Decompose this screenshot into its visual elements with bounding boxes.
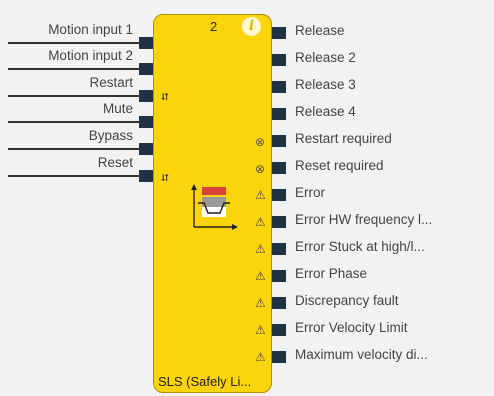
input-mute[interactable]: Mute — [0, 101, 154, 128]
output-label: Discrepancy fault — [295, 293, 399, 308]
output-label: Reset required — [295, 158, 384, 173]
output-discrepancy-fault[interactable]: ⚠ Discrepancy fault — [255, 293, 494, 317]
y-arrow — [191, 184, 197, 190]
input-label: Mute — [102, 101, 133, 116]
output-release-3[interactable]: Release 3 — [272, 77, 494, 101]
output-pin[interactable] — [272, 324, 286, 336]
input-wire — [8, 148, 139, 150]
input-wire — [8, 68, 139, 70]
input-label: Motion input 1 — [48, 22, 133, 37]
output-error[interactable]: ⚠ Error — [255, 185, 494, 209]
output-label: Maximum velocity di... — [295, 347, 428, 362]
output-pin[interactable] — [272, 297, 286, 309]
output-release[interactable]: Release — [272, 23, 494, 47]
input-motion-2[interactable]: Motion input 2 — [0, 48, 154, 75]
output-reset-required[interactable]: ⊗ Reset required — [255, 158, 494, 182]
output-pin[interactable] — [272, 216, 286, 228]
output-pin[interactable] — [272, 243, 286, 255]
warning-triangle-icon: ⚠ — [255, 350, 266, 364]
output-pin[interactable] — [272, 162, 286, 174]
output-error-stuck[interactable]: ⚠ Error Stuck at high/l... — [255, 239, 494, 263]
rising-edge-icon: ⮃ — [161, 173, 169, 184]
rising-edge-icon: ⮃ — [161, 92, 169, 103]
input-wire — [8, 42, 139, 44]
input-pin[interactable] — [139, 63, 154, 75]
output-label: Release — [295, 23, 345, 38]
input-wire — [8, 121, 139, 123]
output-pin[interactable] — [272, 27, 286, 39]
input-restart[interactable]: Restart — [0, 75, 154, 102]
input-reset[interactable]: Reset — [0, 155, 154, 182]
output-label: Error Phase — [295, 266, 368, 281]
cancel-circle-icon: ⊗ — [255, 135, 266, 149]
output-pin[interactable] — [272, 54, 286, 66]
output-maximum-velocity[interactable]: ⚠ Maximum velocity di... — [255, 347, 494, 371]
output-label: Release 2 — [295, 50, 356, 65]
output-pin[interactable] — [272, 270, 286, 282]
output-label: Error HW frequency l... — [295, 212, 433, 227]
input-label: Restart — [89, 75, 133, 90]
function-block-diagram: Motion input 1 Motion input 2 Restart Mu… — [0, 0, 494, 396]
output-error-phase[interactable]: ⚠ Error Phase — [255, 266, 494, 290]
output-pin[interactable] — [272, 108, 286, 120]
output-label: Release 4 — [295, 104, 356, 119]
warning-triangle-icon: ⚠ — [255, 188, 266, 202]
output-error-hw-frequency[interactable]: ⚠ Error HW frequency l... — [255, 212, 494, 236]
output-pin[interactable] — [272, 351, 286, 363]
input-wire — [8, 95, 139, 97]
output-pin[interactable] — [272, 189, 286, 201]
block-title: SLS (Safely Li... — [158, 374, 252, 389]
warning-triangle-icon: ⚠ — [255, 215, 266, 229]
output-label: Error Stuck at high/l... — [295, 239, 425, 254]
output-label: Error Velocity Limit — [295, 320, 408, 335]
input-pin[interactable] — [139, 143, 154, 155]
output-label: Error — [295, 185, 325, 200]
info-icon[interactable]: i — [242, 17, 261, 36]
input-wire — [8, 175, 139, 177]
input-label: Bypass — [88, 128, 133, 143]
input-pin[interactable] — [139, 170, 154, 182]
output-label: Release 3 — [295, 77, 356, 92]
speed-limit-graph-icon — [191, 184, 238, 230]
warning-triangle-icon: ⚠ — [255, 296, 266, 310]
cancel-circle-icon: ⊗ — [255, 162, 266, 176]
output-restart-required[interactable]: ⊗ Restart required — [255, 131, 494, 155]
input-pin[interactable] — [139, 116, 154, 128]
warning-triangle-icon: ⚠ — [255, 323, 266, 337]
input-label: Reset — [97, 155, 133, 170]
output-error-velocity-limit[interactable]: ⚠ Error Velocity Limit — [255, 320, 494, 344]
output-pin[interactable] — [272, 135, 286, 147]
input-motion-1[interactable]: Motion input 1 — [0, 22, 154, 49]
x-arrow — [232, 224, 238, 230]
block-number: 2 — [210, 19, 218, 34]
output-release-4[interactable]: Release 4 — [272, 104, 494, 128]
limit-bar-red — [202, 187, 226, 195]
input-label: Motion input 2 — [48, 48, 133, 63]
input-bypass[interactable]: Bypass — [0, 128, 154, 155]
warning-triangle-icon: ⚠ — [255, 242, 266, 256]
output-pin[interactable] — [272, 81, 286, 93]
output-release-2[interactable]: Release 2 — [272, 50, 494, 74]
warning-triangle-icon: ⚠ — [255, 269, 266, 283]
output-label: Restart required — [295, 131, 392, 146]
